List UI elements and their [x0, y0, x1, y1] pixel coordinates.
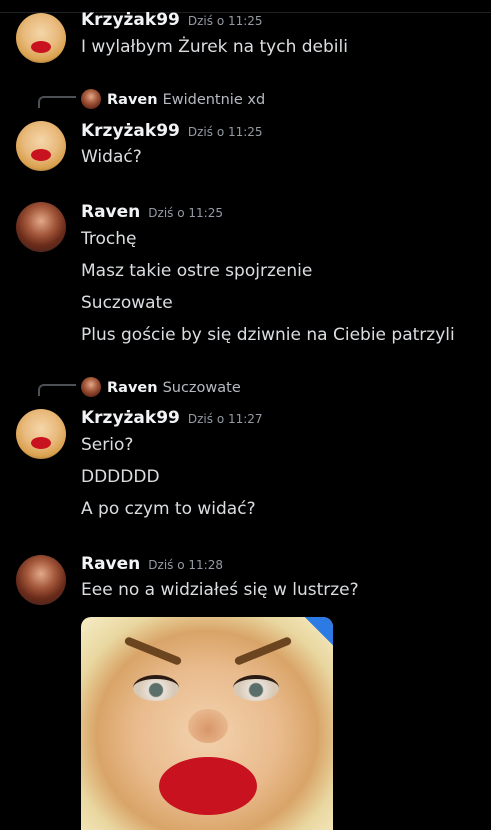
message-line: I wylałbym Żurek na tych debili — [81, 37, 348, 57]
message-timestamp: Dziś o 11:25 — [187, 125, 263, 139]
message-line: Eee no a widziałeś się w lustrze? — [81, 580, 359, 600]
username-label[interactable]: Krzyżak99 — [81, 10, 180, 30]
corner-badge-icon — [305, 617, 333, 645]
avatar-raven[interactable] — [16, 202, 66, 252]
reply-text: Suczowate — [162, 380, 241, 396]
reply-text: Ewidentnie xd — [162, 92, 266, 108]
message-username[interactable]: Krzyżak99 Dziś o 11:25 — [81, 10, 263, 30]
message-username[interactable]: Krzyżak99 Dziś o 11:25 — [81, 121, 263, 141]
message-username[interactable]: Raven Dziś o 11:28 — [81, 554, 223, 574]
reply-spine — [38, 384, 76, 396]
message-line: Widać? — [81, 147, 142, 167]
face-nose — [188, 709, 228, 743]
username-label[interactable]: Raven — [81, 554, 140, 574]
face-eye — [133, 675, 179, 701]
avatar-krzyzak99[interactable] — [16, 121, 66, 171]
username-label[interactable]: Krzyżak99 — [81, 408, 180, 428]
username-label[interactable]: Krzyżak99 — [81, 121, 180, 141]
avatar-raven[interactable] — [16, 555, 66, 605]
face-eye — [233, 675, 279, 701]
reply-preview[interactable]: Raven Suczowate — [81, 377, 241, 397]
message-line: Masz takie ostre spojrzenie — [81, 261, 313, 281]
message-timestamp: Dziś o 11:25 — [187, 14, 263, 28]
message-line: Plus goście by się dziwnie na Ciebie pat… — [81, 325, 455, 345]
face-brow — [123, 636, 183, 666]
reply-spine — [38, 96, 76, 108]
message-line: Serio? — [81, 435, 134, 455]
reply-avatar — [81, 89, 101, 109]
face-brow — [233, 636, 293, 666]
message-timestamp: Dziś o 11:25 — [148, 206, 223, 220]
message-line: Trochę — [81, 229, 137, 249]
reply-username: Raven — [107, 92, 158, 108]
face-lips — [159, 757, 257, 815]
message-username[interactable]: Raven Dziś o 11:25 — [81, 202, 223, 222]
message-line: DDDDDD — [81, 467, 160, 487]
reply-avatar — [81, 377, 101, 397]
avatar-krzyzak99[interactable] — [16, 409, 66, 459]
message-timestamp: Dziś o 11:27 — [187, 412, 263, 426]
message-line: Suczowate — [81, 293, 173, 313]
avatar-krzyzak99[interactable] — [16, 13, 66, 63]
message-username[interactable]: Krzyżak99 Dziś o 11:27 — [81, 408, 263, 428]
username-label[interactable]: Raven — [81, 202, 140, 222]
message-line: A po czym to widać? — [81, 499, 256, 519]
message-timestamp: Dziś o 11:28 — [148, 558, 223, 572]
reply-preview[interactable]: Raven Ewidentnie xd — [81, 89, 265, 109]
image-attachment[interactable] — [81, 617, 333, 830]
reply-username: Raven — [107, 380, 158, 396]
